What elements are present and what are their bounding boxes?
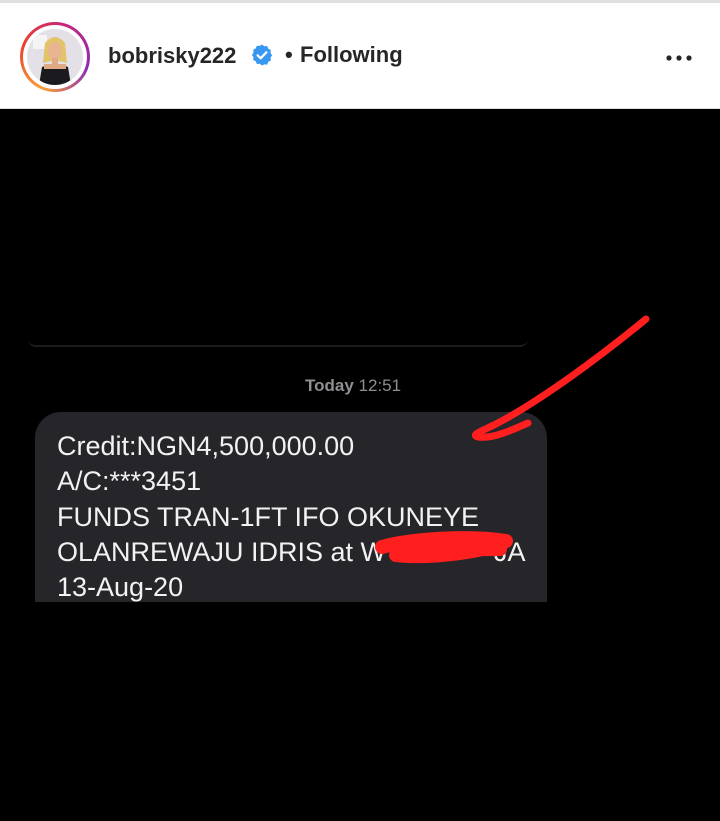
username-link[interactable]: bobrisky222 [108,42,236,70]
timestamp-day: Today [305,376,354,395]
name-line-tail: JA [494,537,526,567]
date-line: 13-Aug-20 [57,572,184,602]
following-button[interactable]: Following [300,42,403,68]
avatar[interactable] [27,29,83,85]
post-header: bobrisky222 • Following [0,3,720,109]
name-line: OLANREWAJU IDRIS at W JA [57,535,526,569]
separator-dot: • [285,42,293,67]
avatar-image [27,29,83,85]
account-line: A/C:***3451 [57,466,202,496]
previous-message-edge [28,339,528,347]
post-image[interactable]: Today 12:51 Credit:NGN4,500,000.00 A/C:*… [0,109,720,821]
name-line-text: OLANREWAJU IDRIS at W [57,537,387,567]
more-options-icon[interactable] [664,49,694,67]
story-ring[interactable] [20,22,90,92]
transfer-line: FUNDS TRAN-1FT IFO OKUNEYE [57,502,480,532]
message-timestamp: Today 12:51 [305,376,401,396]
verified-badge-icon [251,44,273,66]
credit-line: Credit:NGN4,500,000.00 [57,431,355,461]
timestamp-time: 12:51 [358,376,402,395]
